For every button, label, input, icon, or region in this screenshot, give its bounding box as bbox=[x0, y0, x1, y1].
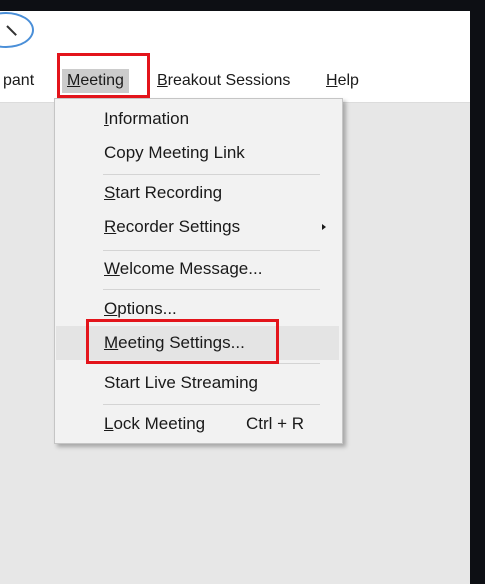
menu-item-lock-meeting[interactable]: Lock Meeting Ctrl + R bbox=[56, 407, 339, 441]
menu-item-recorder-settings[interactable]: Recorder Settings bbox=[56, 210, 339, 244]
menu-item-start-live-streaming[interactable]: Start Live Streaming bbox=[56, 366, 339, 400]
menu-separator bbox=[103, 250, 320, 251]
menu-separator bbox=[103, 404, 320, 405]
menu-meeting[interactable]: Meeting bbox=[62, 69, 129, 93]
menu-breakout-sessions[interactable]: Breakout Sessions bbox=[157, 69, 290, 93]
meeting-dropdown-menu: Information Copy Meeting Link Start Reco… bbox=[54, 98, 343, 444]
menu-separator bbox=[103, 174, 320, 175]
menu-item-options[interactable]: Options... bbox=[56, 292, 339, 326]
submenu-arrow-icon bbox=[322, 224, 326, 230]
title-strip bbox=[0, 11, 470, 60]
menu-item-label: Copy Meeting Link bbox=[104, 143, 245, 162]
menu-item-copy-meeting-link[interactable]: Copy Meeting Link bbox=[56, 136, 339, 170]
menu-help[interactable]: Help bbox=[326, 69, 359, 93]
menu-separator bbox=[103, 363, 320, 364]
menu-item-label: Welcome Message... bbox=[104, 259, 263, 278]
menu-item-start-recording[interactable]: Start Recording bbox=[56, 176, 339, 210]
menu-separator bbox=[103, 289, 320, 290]
menu-item-label: Options... bbox=[104, 299, 177, 318]
menu-item-shortcut: Ctrl + R bbox=[246, 414, 305, 433]
menu-item-label: Meeting Settings... bbox=[104, 333, 245, 352]
menu-item-label: Lock Meeting bbox=[104, 414, 206, 433]
menubar: pant Meeting Breakout Sessions Help bbox=[0, 60, 470, 103]
menu-item-meeting-settings[interactable]: Meeting Settings... bbox=[56, 326, 339, 360]
menu-participant[interactable]: pant bbox=[3, 69, 34, 93]
menu-item-label: Start Recording bbox=[104, 183, 223, 202]
menu-item-label: Information bbox=[104, 109, 190, 128]
menu-item-label: Recorder Settings bbox=[104, 217, 241, 236]
menu-item-welcome-message[interactable]: Welcome Message... bbox=[56, 252, 339, 286]
menu-item-label: Start Live Streaming bbox=[104, 373, 259, 392]
menu-item-information[interactable]: Information bbox=[56, 102, 339, 136]
circle-icon[interactable] bbox=[0, 12, 34, 48]
